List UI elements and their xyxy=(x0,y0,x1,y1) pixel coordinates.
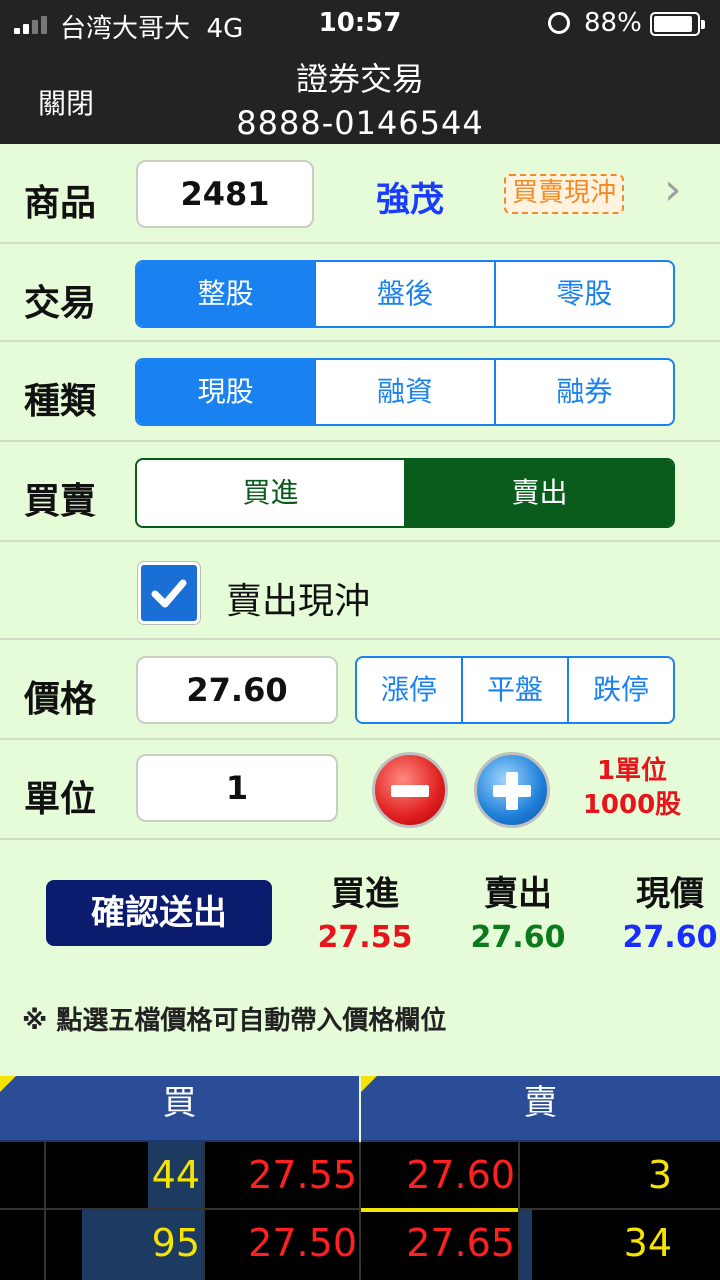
type-option-cash[interactable]: 現股 xyxy=(137,360,315,424)
price-row: 價格 27.60 漲停 平盤 跌停 xyxy=(0,638,720,738)
limit-up-button[interactable]: 漲停 xyxy=(357,658,461,722)
chevron-right-icon[interactable]: › xyxy=(664,164,682,215)
quote-last-label: 現價 xyxy=(636,874,704,914)
battery-icon xyxy=(650,12,705,36)
status-bar: 台湾大哥大 4G 10:57 88% xyxy=(0,0,720,48)
type-option-short[interactable]: 融券 xyxy=(493,360,673,424)
type-option-margin[interactable]: 融資 xyxy=(314,360,493,424)
unit-label: 單位 xyxy=(24,779,97,820)
hint-text: ※ 點選五檔價格可自動帶入價格欄位 xyxy=(22,1006,447,1036)
book-ask-price[interactable]: 27.65 xyxy=(361,1210,515,1276)
book-sell-header: 賣 xyxy=(361,1076,720,1142)
unit-note-line1: 1單位 xyxy=(596,756,668,786)
price-label: 價格 xyxy=(24,679,97,720)
side-option-sell[interactable]: 賣出 xyxy=(404,460,673,526)
quote-last-value: 27.60 xyxy=(622,920,718,955)
price-input[interactable]: 27.60 xyxy=(136,656,338,724)
type-segment: 現股 融資 融券 xyxy=(135,358,675,426)
quote-ask-value: 27.60 xyxy=(470,920,566,955)
product-name: 強茂 xyxy=(376,180,444,220)
checkmark-icon xyxy=(151,579,187,608)
daytrade-checkbox[interactable] xyxy=(138,562,200,624)
book-ask-qty[interactable]: 3 xyxy=(520,1142,672,1208)
unit-row: 單位 1 1單位 1000股 xyxy=(0,738,720,838)
book-sell-header-label: 賣 xyxy=(523,1083,558,1123)
quote-bid-label: 買進 xyxy=(331,874,399,914)
quote-ask-label: 賣出 xyxy=(484,874,552,914)
trade-segment: 整股 盤後 零股 xyxy=(135,260,675,328)
book-buy-header-label: 買 xyxy=(162,1083,197,1123)
unit-note: 1單位 1000股 xyxy=(580,754,684,822)
book-ask-qty[interactable]: 34 xyxy=(520,1210,672,1276)
trade-option-afterhours[interactable]: 盤後 xyxy=(314,262,493,326)
type-row: 種類 現股 融資 融券 xyxy=(0,340,720,440)
side-label: 買賣 xyxy=(24,481,97,522)
trade-option-regular[interactable]: 整股 xyxy=(137,262,315,326)
submit-area: 確認送出 買進 27.55 賣出 27.60 現價 27.60 ※ 點選五檔價格… xyxy=(0,838,720,1076)
book-bid-qty[interactable]: 44 xyxy=(46,1142,200,1208)
book-ask-price[interactable]: 27.60 xyxy=(361,1142,515,1208)
trade-label: 交易 xyxy=(24,283,97,324)
alarm-icon xyxy=(548,12,570,34)
flat-price-button[interactable]: 平盤 xyxy=(461,658,567,722)
product-code-input[interactable]: 2481 xyxy=(136,160,314,228)
price-preset-segment: 漲停 平盤 跌停 xyxy=(355,656,675,724)
book-buy-header: 買 xyxy=(0,1076,359,1142)
nav-bar: 關閉 證券交易 8888-0146544 xyxy=(0,48,720,144)
trade-option-oddlot[interactable]: 零股 xyxy=(493,262,673,326)
side-option-buy[interactable]: 買進 xyxy=(137,460,404,526)
daytrade-row: 賣出現沖 xyxy=(0,540,720,638)
daytrade-tag[interactable]: 買賣現沖 xyxy=(504,174,625,214)
book-bid-price[interactable]: 27.50 xyxy=(205,1210,357,1276)
battery-percent: 88% xyxy=(584,8,642,38)
decrease-button[interactable] xyxy=(372,752,448,828)
product-label: 商品 xyxy=(24,183,97,224)
side-segment: 買進 賣出 xyxy=(135,458,675,528)
book-bid-qty[interactable]: 95 xyxy=(46,1210,200,1276)
order-book: 44 27.55 27.60 3 95 27.50 27.65 34 xyxy=(0,1142,720,1280)
side-row: 買賣 買進 賣出 xyxy=(0,440,720,540)
account-number: 8888-0146544 xyxy=(236,104,484,142)
limit-down-button[interactable]: 跌停 xyxy=(567,658,673,722)
quote-bid-value: 27.55 xyxy=(317,920,413,955)
daytrade-label: 賣出現沖 xyxy=(226,581,371,622)
type-label: 種類 xyxy=(24,381,97,422)
product-row: 商品 2481 強茂 買賣現沖 › xyxy=(0,144,720,242)
trade-row: 交易 整股 盤後 零股 xyxy=(0,242,720,340)
unit-note-line2: 1000股 xyxy=(582,790,682,820)
unit-input[interactable]: 1 xyxy=(136,754,338,822)
page-title: 證券交易 xyxy=(295,60,424,98)
submit-button[interactable]: 確認送出 xyxy=(46,880,272,946)
increase-button[interactable] xyxy=(474,752,550,828)
book-bid-price[interactable]: 27.55 xyxy=(205,1142,357,1208)
